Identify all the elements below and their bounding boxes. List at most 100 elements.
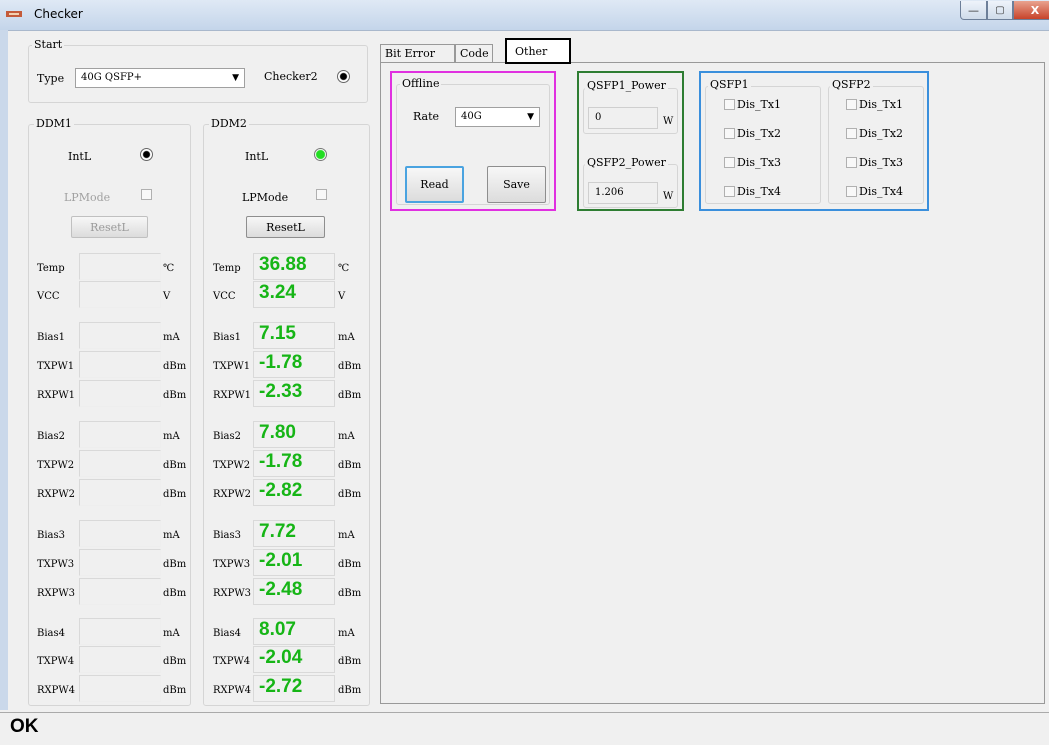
minimize-button[interactable]: — (960, 1, 987, 20)
ddm2-intl-radio[interactable] (314, 148, 327, 161)
minimize-icon: — (968, 3, 979, 17)
ddm1-row-value (79, 322, 161, 349)
ddm1-row-unit: mA (163, 530, 180, 541)
offline-label: Offline (400, 77, 442, 90)
qsfp1-power-value: 0 (588, 107, 658, 129)
rate-label: Rate (413, 110, 440, 123)
ddm2-row-label: TXPW4 (213, 656, 251, 667)
ddm1-row-label: Bias3 (37, 530, 66, 541)
ddm2-row-label: RXPW4 (213, 685, 252, 696)
qsfp2-power-value: 1.206 (588, 182, 658, 204)
ddm1-row-value (79, 646, 161, 673)
maximize-button[interactable]: ▢ (987, 1, 1013, 20)
ddm2-row-value: -2.01 (253, 549, 335, 576)
app-icon (6, 11, 22, 17)
ddm1-row-label: Temp (37, 263, 65, 274)
ddm1-row-label: VCC (37, 291, 60, 302)
qsfp2-dis-tx2-label: Dis_Tx2 (859, 127, 904, 140)
ddm1-row-unit: dBm (163, 489, 187, 500)
ddm2-row-value: 36.88 (253, 253, 335, 280)
ddm2-row-unit: mA (338, 628, 355, 639)
ddm1-row-label: Bias1 (37, 332, 66, 343)
maximize-icon: ▢ (995, 4, 1005, 16)
read-button[interactable]: Read (405, 166, 464, 203)
ddm2-row-value: 8.07 (253, 618, 335, 645)
ddm1-row-unit: dBm (163, 685, 187, 696)
qsfp1-dis-tx1-label: Dis_Tx1 (737, 98, 782, 111)
ddm1-row-unit: dBm (163, 588, 187, 599)
ddm2-row-unit: dBm (338, 361, 362, 372)
ddm1-row-label: TXPW4 (37, 656, 75, 667)
qsfp1-dis-tx2-label: Dis_Tx2 (737, 127, 782, 140)
qsfp1-dis-tx4-checkbox[interactable] (724, 186, 735, 197)
ddm2-row-unit: dBm (338, 460, 362, 471)
ddm2-row-label: TXPW2 (213, 460, 251, 471)
ddm2-row-label: RXPW3 (213, 588, 252, 599)
ddm1-lpmode-label: LPMode (64, 191, 111, 204)
qsfp2-dis-tx2-checkbox[interactable] (846, 128, 857, 139)
tab-other-label: Other (515, 45, 548, 58)
ddm1-row-label: RXPW1 (37, 390, 76, 401)
rate-select[interactable]: 40G ▼ (455, 107, 540, 127)
tab-other[interactable]: Other (505, 38, 571, 64)
qsfp2-dis-tx3-checkbox[interactable] (846, 157, 857, 168)
qsfp2-dis-tx1-label: Dis_Tx1 (859, 98, 904, 111)
ddm1-row-label: Bias4 (37, 628, 66, 639)
qsfp1-dis-tx1-checkbox[interactable] (724, 99, 735, 110)
ddm2-row-label: Bias2 (213, 431, 242, 442)
rate-select-value: 40G (461, 111, 482, 122)
close-button[interactable]: X (1013, 1, 1049, 20)
ddm2-row-value: -2.33 (253, 380, 335, 407)
ddm1-intl-radio[interactable] (140, 148, 153, 161)
tab-code[interactable]: Code (455, 44, 493, 62)
checker2-radio[interactable] (337, 70, 350, 83)
ddm2-row-label: RXPW2 (213, 489, 252, 500)
ddm1-row-value (79, 675, 161, 702)
ddm1-row-label: RXPW2 (37, 489, 76, 500)
ddm2-row-value: 7.15 (253, 322, 335, 349)
ddm1-row-value (79, 281, 161, 308)
ddm2-row-value: -2.48 (253, 578, 335, 605)
ddm1-resetl-label: ResetL (90, 220, 129, 234)
ddm2-row-label: Bias3 (213, 530, 242, 541)
ddm1-row-unit: mA (163, 431, 180, 442)
ddm2-resetl-button[interactable]: ResetL (246, 216, 325, 238)
ddm2-row-label: Temp (213, 263, 241, 274)
ddm2-row-value: -2.82 (253, 479, 335, 506)
ddm2-row-unit: dBm (338, 685, 362, 696)
ddm1-row-label: Bias2 (37, 431, 66, 442)
ddm1-resetl-button[interactable]: ResetL (71, 216, 148, 238)
ddm2-lpmode-checkbox[interactable] (316, 189, 327, 200)
tab-bit-error[interactable]: Bit Error (380, 44, 455, 62)
ddm1-row-unit: dBm (163, 390, 187, 401)
ddm2-row-unit: dBm (338, 489, 362, 500)
chevron-down-icon: ▼ (232, 73, 239, 83)
qsfp1-label: QSFP1 (708, 78, 751, 91)
save-button[interactable]: Save (487, 166, 546, 203)
ddm2-row-value: -1.78 (253, 351, 335, 378)
qsfp1-dis-tx3-label: Dis_Tx3 (737, 156, 782, 169)
ddm1-row-value (79, 421, 161, 448)
ddm1-row-unit: mA (163, 628, 180, 639)
qsfp2-dis-tx1-checkbox[interactable] (846, 99, 857, 110)
ddm1-row-unit: V (163, 291, 171, 302)
ddm1-row-value (79, 450, 161, 477)
ddm2-row-label: TXPW1 (213, 361, 251, 372)
qsfp2-dis-tx4-checkbox[interactable] (846, 186, 857, 197)
ddm2-lpmode-label: LPMode (242, 191, 289, 204)
type-select[interactable]: 40G QSFP+ ▼ (75, 68, 245, 88)
qsfp1-power-label: QSFP1_Power (585, 79, 668, 92)
ddm1-lpmode-checkbox[interactable] (141, 189, 152, 200)
ddm2-row-unit: dBm (338, 588, 362, 599)
ddm1-intl-label: IntL (68, 150, 92, 163)
ddm1-row-label: RXPW3 (37, 588, 76, 599)
ddm1-row-value (79, 380, 161, 407)
close-icon: X (1030, 3, 1040, 17)
ddm2-row-unit: dBm (338, 656, 362, 667)
ddm1-row-value (79, 549, 161, 576)
qsfp1-dis-tx3-checkbox[interactable] (724, 157, 735, 168)
qsfp1-dis-tx2-checkbox[interactable] (724, 128, 735, 139)
ddm2-resetl-label: ResetL (266, 220, 305, 234)
qsfp2-label: QSFP2 (830, 78, 873, 91)
ddm1-row-label: TXPW2 (37, 460, 75, 471)
